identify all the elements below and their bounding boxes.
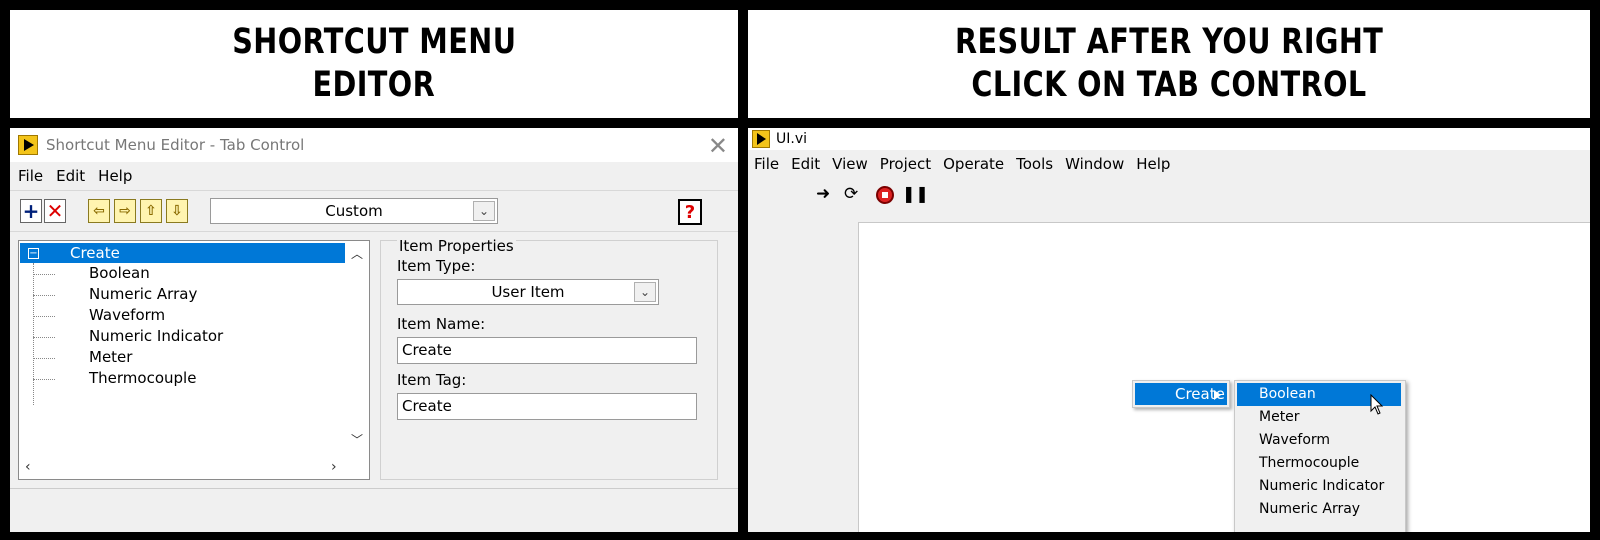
chevron-down-icon[interactable]: ⌄ (473, 201, 495, 221)
tree-item[interactable]: Boolean (89, 263, 150, 284)
move-left-button[interactable]: ⇦ (88, 199, 110, 223)
help-icon: ? (684, 201, 696, 223)
submenu-item[interactable]: Numeric Array (1237, 498, 1401, 521)
front-panel-gutter (748, 210, 858, 532)
vi-window-title: UI.vi (776, 131, 808, 147)
tree-horizontal-scrollbar[interactable]: ‹ › (19, 455, 345, 479)
tree-connector (33, 379, 55, 380)
scroll-up-icon[interactable]: ︿ (351, 245, 363, 262)
item-type-dropdown[interactable]: User Item ⌄ (397, 279, 659, 305)
left-heading-line-1: SHORTCUT MENU (231, 22, 517, 62)
submenu-item[interactable]: Waveform (1237, 429, 1401, 452)
left-heading-line-2: EDITOR (312, 65, 436, 105)
right-heading-line-2: CLICK ON TAB CONTROL (971, 65, 1367, 105)
vi-front-panel-window: UI.vi File Edit View Project Operate Too… (748, 128, 1590, 532)
scroll-left-icon[interactable]: ‹ (25, 459, 31, 475)
abort-execution-icon[interactable] (876, 186, 894, 204)
pause-icon[interactable]: ❚❚ (902, 186, 929, 202)
menu-project[interactable]: Project (880, 155, 931, 173)
editor-window-title: Shortcut Menu Editor - Tab Control (46, 136, 305, 154)
front-panel-canvas[interactable] (858, 222, 1590, 532)
tree-item-label: Create (70, 244, 120, 262)
item-properties-group: Item Properties Item Type: User Item ⌄ I… (380, 237, 718, 480)
item-type-value: User Item (491, 283, 565, 301)
editor-toolbar: + ✕ ⇦ ⇨ ⇧ ⇩ Custom ⌄ ? (10, 190, 738, 232)
tree-item[interactable]: Numeric Array (89, 284, 197, 305)
labview-logo-icon (752, 130, 770, 148)
run-continuously-icon[interactable]: ⟳ (844, 186, 858, 203)
shortcut-menu-editor-window: Shortcut Menu Editor - Tab Control ✕ Fil… (10, 128, 738, 532)
item-tag-label: Item Tag: (397, 371, 467, 389)
right-heading-banner: RESULT AFTER YOU RIGHT CLICK ON TAB CONT… (748, 10, 1590, 118)
plus-icon: + (22, 199, 40, 223)
tree-connector (33, 263, 34, 405)
submenu-arrow-icon (1214, 390, 1221, 400)
context-menu: Create (1132, 380, 1230, 408)
vi-title-bar: UI.vi (748, 128, 1590, 150)
item-properties-label: Item Properties (397, 237, 516, 255)
menu-operate[interactable]: Operate (943, 155, 1004, 173)
move-up-button[interactable]: ⇧ (140, 199, 162, 223)
vi-toolbar: ➜ ⟳ ❚❚ (748, 178, 1590, 210)
context-menu-item-create[interactable]: Create (1135, 383, 1227, 405)
item-name-field[interactable]: Create (397, 337, 697, 364)
tree-connector (33, 337, 55, 338)
right-heading-line-1: RESULT AFTER YOU RIGHT (954, 22, 1384, 62)
editor-title-bar: Shortcut Menu Editor - Tab Control ✕ (10, 128, 738, 162)
editor-status-strip (10, 488, 738, 498)
labview-logo-icon (18, 135, 38, 155)
tree-item[interactable]: Numeric Indicator (89, 326, 223, 347)
menu-type-dropdown[interactable]: Custom ⌄ (210, 198, 498, 224)
run-arrow-icon[interactable]: ➜ (816, 186, 830, 203)
x-icon: ✕ (46, 199, 64, 223)
submenu-item[interactable]: Numeric Indicator (1237, 475, 1401, 498)
arrow-left-icon: ⇦ (93, 203, 105, 219)
left-heading-banner: SHORTCUT MENU EDITOR (10, 10, 738, 118)
close-icon[interactable]: ✕ (708, 132, 728, 160)
menu-tools[interactable]: Tools (1016, 155, 1053, 173)
submenu-item[interactable]: Thermocouple (1237, 452, 1401, 475)
tree-connector (33, 295, 55, 296)
mouse-cursor-icon (1370, 394, 1384, 415)
add-item-button[interactable]: + (20, 199, 42, 223)
delete-item-button[interactable]: ✕ (44, 199, 66, 223)
menu-view[interactable]: View (832, 155, 868, 173)
menu-type-value: Custom (325, 202, 383, 220)
tree-item-create[interactable]: − Create (20, 243, 346, 263)
menu-window[interactable]: Window (1065, 155, 1124, 173)
editor-menu-bar: File Edit Help (10, 162, 738, 190)
menu-items-tree[interactable]: − Create Boolean Numeric Array Waveform … (18, 240, 370, 480)
menu-edit[interactable]: Edit (791, 155, 820, 173)
tree-item[interactable]: Meter (89, 347, 132, 368)
tree-connector (33, 358, 55, 359)
scroll-down-icon[interactable]: ﹀ (351, 431, 363, 448)
tree-item[interactable]: Thermocouple (89, 368, 196, 389)
arrow-down-icon: ⇩ (171, 203, 183, 219)
chevron-down-icon[interactable]: ⌄ (634, 282, 656, 302)
item-name-label: Item Name: (397, 315, 486, 333)
item-type-label: Item Type: (397, 257, 476, 275)
tree-connector (33, 316, 55, 317)
menu-edit[interactable]: Edit (56, 167, 85, 185)
collapse-icon[interactable]: − (28, 248, 39, 259)
move-right-button[interactable]: ⇨ (114, 199, 136, 223)
move-down-button[interactable]: ⇩ (166, 199, 188, 223)
arrow-right-icon: ⇨ (119, 203, 131, 219)
scroll-right-icon[interactable]: › (331, 459, 337, 475)
help-button[interactable]: ? (678, 199, 702, 225)
item-tag-field[interactable]: Create (397, 393, 697, 420)
vi-menu-bar: File Edit View Project Operate Tools Win… (748, 150, 1590, 178)
menu-file[interactable]: File (754, 155, 779, 173)
menu-help[interactable]: Help (98, 167, 132, 185)
menu-help[interactable]: Help (1136, 155, 1170, 173)
tree-vertical-scrollbar[interactable]: ︿ ﹀ (345, 241, 369, 455)
arrow-up-icon: ⇧ (145, 203, 157, 219)
menu-file[interactable]: File (18, 167, 43, 185)
tree-item[interactable]: Waveform (89, 305, 165, 326)
tree-connector (33, 274, 55, 275)
